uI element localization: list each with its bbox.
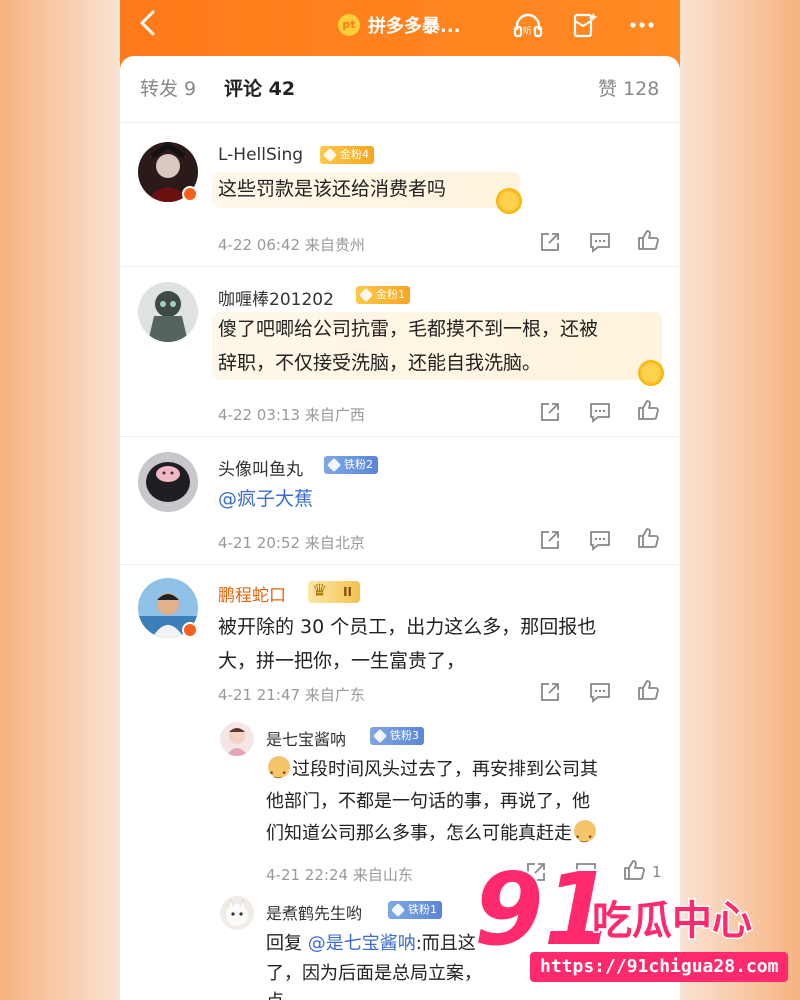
- title-area[interactable]: pt 拼多多暴...: [338, 10, 461, 40]
- avatar[interactable]: [138, 282, 198, 342]
- comment-separator: [120, 266, 680, 267]
- watermark-name: 吃瓜中心: [591, 897, 754, 946]
- medal-icon: [638, 360, 664, 386]
- watermark-url: https://91chigua28.com: [530, 952, 789, 982]
- share-icon[interactable]: [538, 680, 562, 704]
- tab-divider: [120, 122, 680, 123]
- mention-link[interactable]: @是七宝酱呐: [308, 933, 416, 954]
- watermark-logo: 91 吃瓜中心 https://91chigua28.com: [472, 858, 794, 990]
- fan-badge: 金粉4: [320, 146, 374, 164]
- reply-icon[interactable]: [588, 230, 612, 254]
- comment-text-line: 大，拼一把你，一生富贵了，: [218, 650, 466, 672]
- comment-text: 这些罚款是该还给消费者吗: [218, 178, 447, 200]
- fan-badge: 铁粉2: [324, 456, 378, 474]
- username[interactable]: 是煮鹤先生哟: [266, 900, 362, 924]
- comment-location: 来自贵州: [304, 236, 365, 254]
- verified-badge: [182, 622, 198, 638]
- avatar[interactable]: [220, 896, 254, 930]
- username[interactable]: 鹏程蛇口: [218, 581, 286, 606]
- reply-prefix: 回复: [266, 933, 302, 954]
- reply-meta: 4-21 22:24 来自山东: [266, 864, 413, 885]
- reply-text-line: 他部门，不都是一句话的事，再说了，他: [266, 791, 590, 812]
- comment-location: 来自北京: [304, 534, 365, 552]
- verified-badge: [182, 186, 198, 202]
- comment-meta: 4-22 03:13 来自广西: [218, 404, 365, 425]
- fan-badge: 金粉1: [356, 286, 410, 304]
- reply-time: 4-21 22:24: [266, 866, 349, 884]
- doge-emoji-icon: [268, 756, 290, 790]
- like-icon[interactable]: [636, 526, 660, 550]
- reply-text-line: 过段时间风头过去了，再安排到公司其: [266, 754, 598, 790]
- medal-icon: [496, 188, 522, 214]
- like-icon[interactable]: [636, 398, 660, 422]
- listen-icon[interactable]: 听: [512, 10, 544, 40]
- comment-time: 4-21 21:47: [218, 686, 301, 704]
- app-logo: pt: [338, 14, 360, 36]
- vip-crown-badge: II: [308, 580, 360, 603]
- tab-like[interactable]: 赞 128: [598, 74, 659, 101]
- like-icon[interactable]: [636, 678, 660, 702]
- svg-text:听: 听: [523, 26, 532, 37]
- tab-bar: 转发 9 评论 42 赞 128: [120, 56, 680, 118]
- reply-text-line: 回复 @是七宝酱呐:而且这: [266, 928, 476, 960]
- page-title: 拼多多暴...: [368, 16, 461, 37]
- username[interactable]: 咖喱棒201202: [218, 285, 334, 310]
- doge-emoji-icon: [574, 820, 596, 854]
- phone-screen: pt 拼多多暴... 听 转发 9 评论 42 赞 128 L-HellSing…: [120, 0, 680, 1000]
- reply-icon[interactable]: [588, 680, 612, 704]
- username[interactable]: 是七宝酱呐: [266, 726, 346, 750]
- comment-time: 4-22 03:13: [218, 406, 301, 424]
- reply-icon[interactable]: [588, 528, 612, 552]
- like-icon[interactable]: [636, 228, 660, 252]
- reply-text: :而且这: [415, 933, 476, 954]
- avatar[interactable]: [138, 452, 198, 512]
- tab-comment[interactable]: 评论 42: [224, 74, 295, 101]
- fan-badge: 铁粉3: [370, 727, 424, 745]
- comment-time: 4-22 06:42: [218, 236, 301, 254]
- share-icon[interactable]: [538, 230, 562, 254]
- back-icon[interactable]: [134, 8, 164, 38]
- comment-location: 来自广西: [304, 406, 365, 424]
- reply-location: 来自山东: [352, 866, 413, 884]
- red-packet-icon[interactable]: [568, 10, 600, 40]
- comment-meta: 4-22 06:42 来自贵州: [218, 234, 365, 255]
- comment-text-line: 被开除的 30 个员工，出力这么多，那回报也: [218, 616, 597, 638]
- more-icon[interactable]: [626, 10, 658, 40]
- comment-text: @疯子大蕉: [218, 482, 313, 516]
- comment-separator: [120, 564, 680, 565]
- comment-text-line: 辞职，不仅接受洗脑，还能自我洗脑。: [218, 352, 542, 374]
- reply-text-line: 们知道公司那么多事，怎么可能真赶走: [266, 818, 598, 854]
- share-icon[interactable]: [538, 528, 562, 552]
- comment-text-line: 傻了吧唧给公司抗雷，毛都摸不到一根，还被: [218, 318, 599, 340]
- reply-text: 过段时间风头过去了，再安排到公司其: [292, 759, 598, 780]
- username[interactable]: 头像叫鱼丸: [218, 455, 303, 480]
- reply-text-line: 点，: [266, 986, 302, 1000]
- share-icon[interactable]: [538, 400, 562, 424]
- mention-link[interactable]: @疯子大蕉: [218, 488, 313, 510]
- reply-text: 们知道公司那么多事，怎么可能真赶走: [266, 823, 572, 844]
- comment-meta: 4-21 21:47 来自广东: [218, 684, 365, 705]
- fan-badge: 铁粉1: [388, 901, 442, 919]
- username[interactable]: L-HellSing: [218, 145, 303, 165]
- comment-meta: 4-21 20:52 来自北京: [218, 532, 365, 553]
- reply-icon[interactable]: [588, 400, 612, 424]
- comment-time: 4-21 20:52: [218, 534, 301, 552]
- comment-location: 来自广东: [304, 686, 365, 704]
- comment-separator: [120, 436, 680, 437]
- tab-repost[interactable]: 转发 9: [140, 74, 196, 101]
- avatar[interactable]: [220, 722, 254, 756]
